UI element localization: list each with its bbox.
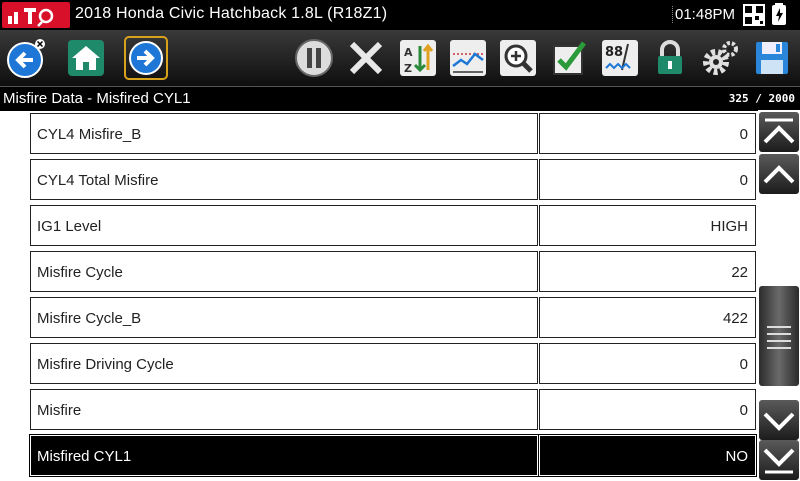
parameter-value: 0 (739, 356, 748, 373)
double-chevron-down-icon (763, 448, 795, 474)
qr-code-icon (743, 3, 786, 26)
graph-icon (450, 40, 486, 76)
parameter-name: Misfired CYL1 (37, 448, 132, 465)
screen-header: Misfire Data - Misfired CYL1 325 / 2000 (0, 86, 800, 111)
close-icon (349, 41, 383, 75)
sort-icon: A Z (400, 40, 436, 76)
parameter-value: 22 (731, 264, 748, 281)
sort-button[interactable]: A Z (396, 36, 440, 80)
list-item[interactable]: Misfire Driving Cycle 0 (30, 343, 756, 386)
parameter-value: 422 (722, 310, 748, 327)
list-item[interactable]: IG1 Level HIGH (30, 205, 756, 248)
save-button[interactable] (750, 36, 794, 80)
check-button[interactable] (548, 36, 592, 80)
parameter-value: NO (725, 448, 749, 465)
scroll-down-button[interactable] (759, 400, 799, 440)
screen-title: Misfire Data - Misfired CYL1 (3, 90, 191, 107)
back-icon (7, 39, 45, 78)
forward-button[interactable] (124, 36, 168, 80)
svg-text:Z: Z (404, 62, 412, 75)
home-button[interactable] (64, 36, 108, 80)
parameter-name: Misfire Driving Cycle (37, 356, 174, 373)
parameter-name: Misfire Cycle_B (37, 310, 142, 327)
list-item-selected[interactable]: Misfired CYL1 NO (29, 434, 757, 478)
gear-icon (703, 41, 738, 75)
list-item[interactable]: Misfire Cycle_B 422 (30, 297, 756, 340)
parameter-name: CYL4 Total Misfire (37, 172, 159, 189)
svg-text:A: A (404, 46, 413, 59)
parameter-value: 0 (739, 402, 748, 419)
gauge-button[interactable]: 88 (598, 36, 642, 80)
parameter-value: HIGH (710, 218, 749, 235)
clock: 01:48PM (672, 6, 735, 23)
parameter-value: 0 (739, 126, 748, 143)
lock-icon (658, 40, 682, 74)
parameter-name: CYL4 Misfire_B (37, 126, 142, 143)
back-button[interactable] (3, 36, 47, 80)
record-counter: 325 / 2000 (728, 92, 795, 105)
scrollbar (758, 110, 800, 480)
check-icon (553, 41, 586, 75)
parameter-name: Misfire (37, 402, 82, 419)
zoom-icon (500, 40, 536, 76)
status-icons (742, 3, 798, 27)
scroll-up-button[interactable] (759, 154, 799, 194)
scroll-bottom-button[interactable] (759, 440, 799, 480)
pause-icon (295, 39, 333, 77)
parameter-name: Misfire Cycle (37, 264, 123, 281)
parameter-value: 0 (739, 172, 748, 189)
home-icon (68, 40, 104, 76)
data-list: CYL4 Misfire_B 0 CYL4 Total Misfire 0 IG… (29, 113, 757, 481)
list-item[interactable]: Misfire Cycle 22 (30, 251, 756, 294)
toolbar: A Z 88 (0, 30, 800, 114)
svg-text:88: 88 (605, 45, 623, 60)
title-bar: 2018 Honda Civic Hatchback 1.8L (R18Z1) … (0, 0, 800, 30)
chevron-down-icon (763, 412, 795, 431)
list-item[interactable]: Misfire 0 (30, 389, 756, 432)
list-item[interactable]: CYL4 Total Misfire 0 (30, 159, 756, 202)
chevron-up-icon (763, 165, 795, 184)
vehicle-title: 2018 Honda Civic Hatchback 1.8L (R18Z1) (75, 5, 388, 22)
forward-icon (129, 41, 163, 75)
parameter-name: IG1 Level (37, 218, 102, 235)
graph-button[interactable] (446, 36, 490, 80)
lock-button[interactable] (648, 36, 692, 80)
pause-button[interactable] (292, 36, 336, 80)
stop-button[interactable] (344, 36, 388, 80)
scroll-top-button[interactable] (759, 112, 799, 152)
gauge-icon: 88 (602, 40, 638, 76)
scroll-thumb[interactable] (759, 286, 799, 386)
brand-logo (2, 2, 70, 28)
save-icon (756, 42, 788, 74)
list-item[interactable]: CYL4 Misfire_B 0 (30, 113, 756, 156)
zoom-button[interactable] (496, 36, 540, 80)
settings-button[interactable] (698, 36, 742, 80)
double-chevron-up-icon (763, 118, 795, 144)
